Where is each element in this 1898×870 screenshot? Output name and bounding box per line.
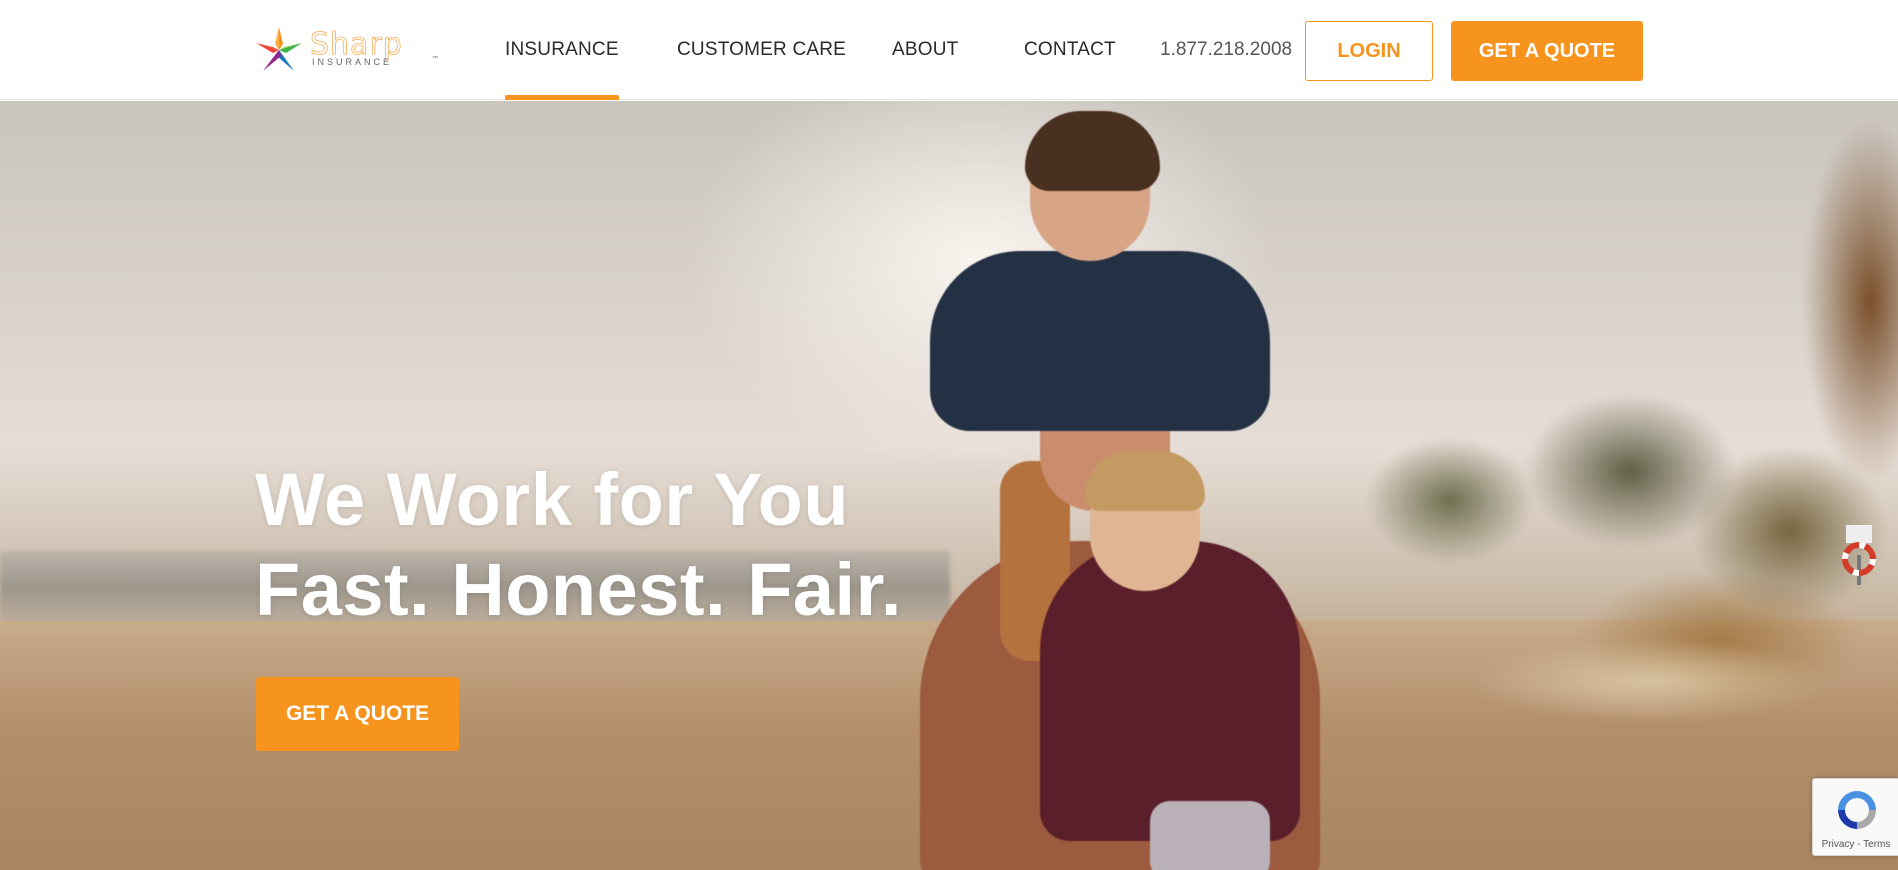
hero-photo-older-child-hair (1025, 111, 1160, 191)
hero-photo-younger-child-body (1040, 541, 1300, 841)
hero-photo-younger-child-legs (1150, 801, 1270, 870)
site-header: Sharp INSURANCE ™ INSURANCE CUSTOMER CAR… (0, 0, 1898, 100)
hero-photo-younger-child-hair (1085, 451, 1205, 511)
recaptcha-icon (1838, 791, 1876, 829)
nav-item-insurance[interactable]: INSURANCE (505, 0, 619, 100)
hero-headline: We Work for You Fast. Honest. Fair. (255, 455, 902, 635)
hero-beach-grass (1350, 621, 1898, 761)
get-a-quote-header-button[interactable]: GET A QUOTE (1451, 21, 1643, 81)
get-a-quote-hero-button[interactable]: GET A QUOTE (256, 677, 459, 751)
hero-headline-line-1: We Work for You (255, 458, 850, 541)
life-ring-sign-icon (1842, 525, 1876, 585)
hero-headline-line-2: Fast. Honest. Fair. (255, 548, 902, 631)
logo-subtitle: INSURANCE (312, 57, 393, 67)
phone-number-link[interactable]: 1.877.218.2008 (1160, 0, 1292, 100)
hero-photo-older-child-body (930, 251, 1270, 431)
login-button[interactable]: LOGIN (1305, 21, 1433, 81)
recaptcha-links[interactable]: Privacy - Terms (1813, 839, 1898, 850)
hero-tree-right (1760, 101, 1898, 581)
sharp-insurance-logo[interactable]: Sharp INSURANCE ™ (254, 24, 438, 76)
star-logo-icon (256, 27, 302, 71)
nav-item-about[interactable]: ABOUT (892, 0, 958, 100)
recaptcha-badge[interactable]: Privacy - Terms (1812, 778, 1898, 856)
nav-item-customer-care[interactable]: CUSTOMER CARE (677, 0, 846, 100)
logo-trademark: ™ (432, 56, 438, 62)
nav-item-contact[interactable]: CONTACT (1024, 0, 1116, 100)
